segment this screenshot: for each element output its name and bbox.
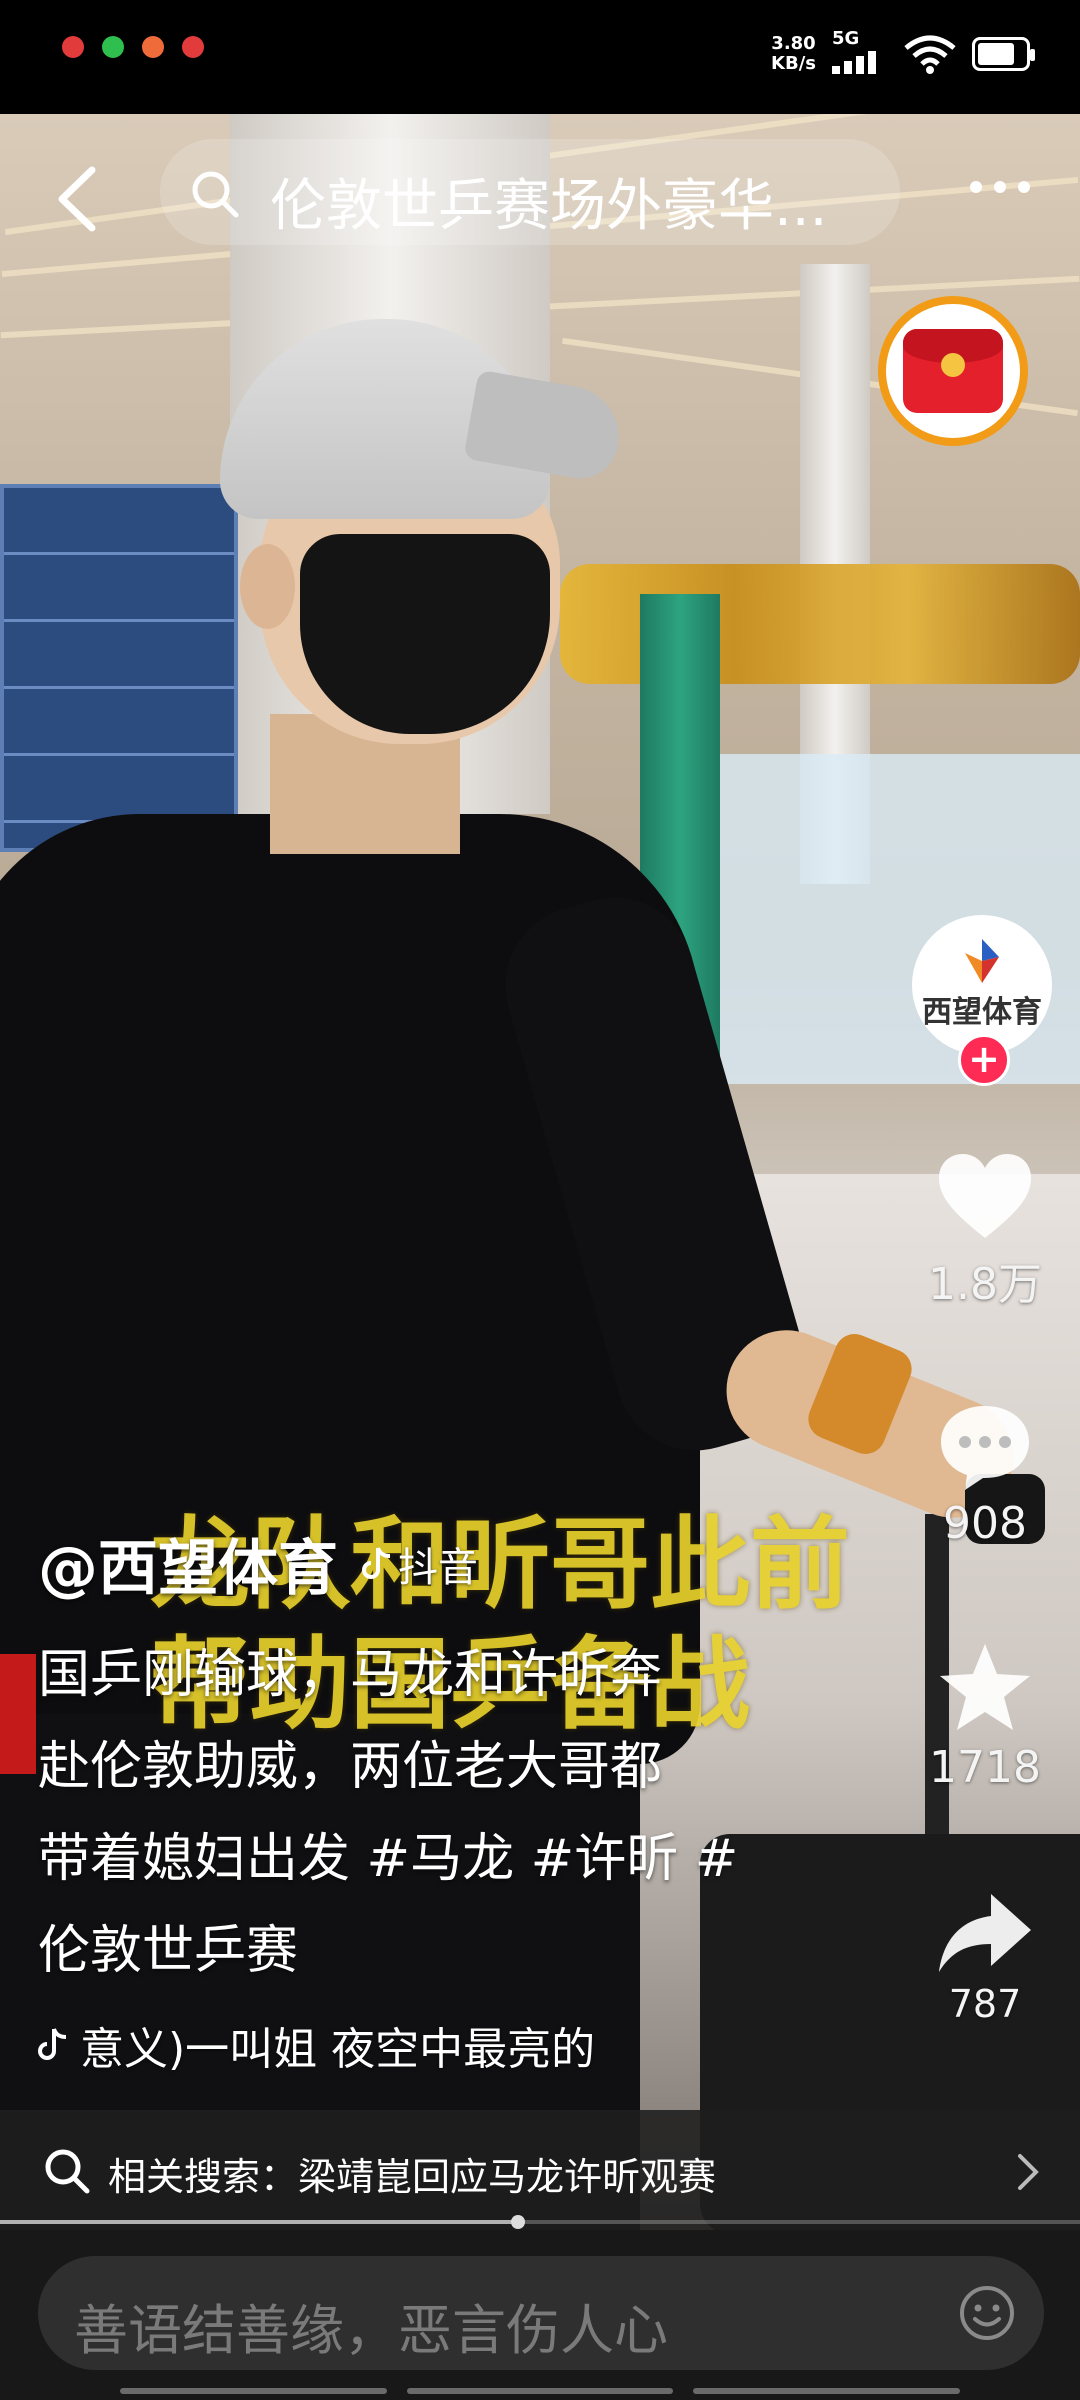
notification-dot-icon — [62, 36, 84, 58]
like-button[interactable]: 1.8万 — [900, 1150, 1070, 1312]
search-icon — [45, 2149, 90, 2194]
wifi-icon — [904, 35, 956, 74]
progress-fill — [0, 2220, 519, 2224]
net-speed-value: 3.80 — [771, 33, 816, 54]
comment-button[interactable]: 908 — [900, 1400, 1070, 1549]
author-row: @西望体育 抖音 — [38, 1520, 818, 1607]
more-dot-icon — [994, 181, 1006, 193]
author-name[interactable]: @西望体育 — [38, 1520, 338, 1607]
brand-logo-icon — [965, 939, 999, 983]
video-description[interactable]: 国乒刚输球，马龙和许昕奔 赴伦敦助威，两位老大哥都 带着媳妇出发 #马龙 #许昕… — [38, 1629, 818, 1997]
more-dot-icon — [1018, 181, 1030, 193]
system-status: 3.80 KB/s 5G — [771, 30, 1035, 78]
comment-placeholder: 善语结善缘，恶言伤人心 — [74, 2299, 668, 2362]
music-info[interactable]: 意义)一叫姐 夜空中最亮的 — [38, 2013, 818, 2077]
avatar-label: 西望体育 — [922, 995, 1042, 1030]
description-line: 带着媳妇出发 #马龙 #许昕 # — [38, 1829, 739, 1889]
share-arrow-icon — [939, 1894, 1031, 1972]
status-bar: 3.80 KB/s 5G — [0, 0, 1080, 114]
notification-dot-icon — [142, 36, 164, 58]
airport-sign — [0, 484, 238, 852]
gesture-bar — [120, 2388, 961, 2394]
search-bar[interactable]: 伦敦世乒赛场外豪华... — [160, 139, 900, 245]
platform-label: 抖音 — [398, 1544, 478, 1591]
tiktok-note-icon — [362, 1546, 391, 1579]
favorite-button[interactable]: 1718 — [900, 1640, 1070, 1793]
description-line: 国乒刚输球，马龙和许昕奔 — [38, 1645, 663, 1705]
comment-count: 908 — [943, 1498, 1027, 1549]
search-query: 伦敦世乒赛场外豪华... — [270, 174, 828, 239]
description-line: 伦敦世乒赛 — [38, 1921, 299, 1981]
red-envelope-icon — [903, 329, 1003, 413]
favorite-count: 1718 — [929, 1742, 1041, 1793]
related-search-text: 相关搜索：梁靖崑回应马龙许昕观赛 — [108, 2155, 717, 2199]
music-note-icon — [38, 2028, 67, 2060]
more-options-button[interactable] — [970, 172, 1040, 202]
search-icon — [192, 171, 239, 218]
star-icon — [940, 1644, 1030, 1730]
video-caption: @西望体育 抖音 国乒刚输球，马龙和许昕奔 赴伦敦助威，两位老大哥都 带着媳妇出… — [38, 1520, 818, 2077]
net-speed: 3.80 KB/s — [771, 34, 816, 74]
notification-icons — [62, 36, 204, 58]
back-button[interactable] — [50, 164, 110, 234]
notification-dot-icon — [102, 36, 124, 58]
back-arrow-icon — [58, 166, 96, 232]
network-type: 5G — [832, 30, 888, 78]
music-title: 意义)一叫姐 夜空中最亮的 — [80, 2024, 596, 2075]
like-count: 1.8万 — [928, 1259, 1042, 1310]
network-label: 5G — [832, 28, 860, 49]
red-packet-button[interactable] — [878, 296, 1028, 446]
emoji-icon[interactable] — [958, 2284, 1016, 2342]
description-line: 赴伦敦助威，两位老大哥都 — [38, 1737, 663, 1797]
comment-icon — [941, 1406, 1029, 1490]
golden-decoration — [560, 564, 1080, 684]
battery-icon — [972, 37, 1035, 71]
signal-icon — [832, 51, 876, 74]
playback-progress[interactable] — [0, 2215, 1080, 2229]
related-search-bar[interactable]: 相关搜索：梁靖崑回应马龙许昕观赛 — [0, 2110, 1080, 2234]
red-edge-mark — [0, 1654, 36, 1774]
notification-dot-icon — [182, 36, 204, 58]
share-count: 787 — [948, 1982, 1022, 2026]
top-bar: 伦敦世乒赛场外豪华... — [0, 114, 1080, 264]
person-ear — [240, 544, 295, 629]
share-button[interactable]: 787 — [900, 1890, 1070, 2026]
net-speed-unit: KB/s — [771, 53, 816, 74]
heart-icon — [939, 1154, 1031, 1238]
comment-input[interactable]: 善语结善缘，恶言伤人心 — [38, 2256, 1044, 2370]
chevron-right-icon — [1018, 2154, 1039, 2190]
follow-button[interactable]: + — [958, 1034, 1010, 1086]
platform-badge: 抖音 — [362, 1535, 478, 1593]
bottom-comment-bar: 善语结善缘，恶言伤人心 — [0, 2230, 1080, 2400]
more-dot-icon — [970, 181, 982, 193]
